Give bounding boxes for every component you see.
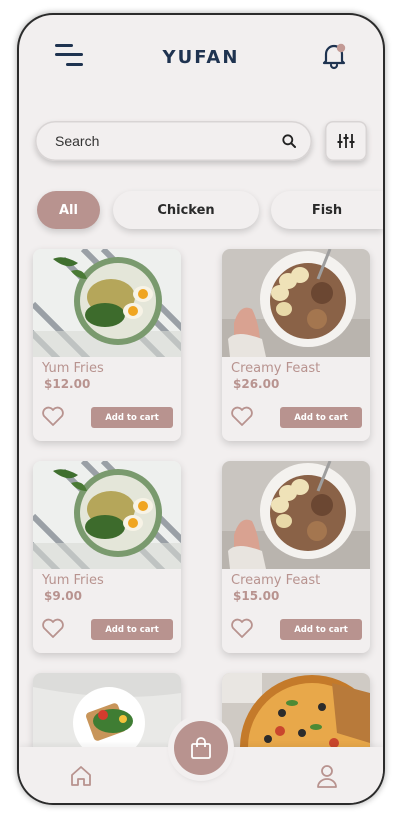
heart-icon[interactable] xyxy=(230,617,254,639)
heart-icon[interactable] xyxy=(41,617,65,639)
phone-screen: YUFAN All Chic xyxy=(19,15,383,803)
add-to-cart-button[interactable]: Add to cart xyxy=(91,619,173,640)
product-card[interactable]: Yum Fries $9.00 Add to cart xyxy=(33,461,181,653)
product-card[interactable]: Yum Fries $12.00 Add to cart xyxy=(33,249,181,441)
product-name: Creamy Feast xyxy=(231,361,321,376)
product-price: $12.00 xyxy=(44,377,91,391)
product-card[interactable] xyxy=(33,673,181,753)
add-to-cart-button[interactable]: Add to cart xyxy=(280,619,362,640)
category-chip-all[interactable]: All xyxy=(37,191,100,229)
product-price: $15.00 xyxy=(233,589,280,603)
filter-button[interactable] xyxy=(325,121,367,161)
food-image-toast xyxy=(33,673,181,753)
product-name: Yum Fries xyxy=(42,573,104,588)
add-to-cart-button[interactable]: Add to cart xyxy=(91,407,173,428)
category-chip-chicken[interactable]: Chicken xyxy=(113,191,259,229)
search-icon[interactable] xyxy=(282,134,296,148)
category-chip-fish[interactable]: Fish xyxy=(271,191,383,229)
sliders-icon xyxy=(337,133,355,149)
bell-icon[interactable] xyxy=(319,41,349,71)
home-icon[interactable] xyxy=(69,764,93,788)
search-bar xyxy=(35,121,312,161)
search-input[interactable] xyxy=(55,133,282,149)
food-image-pizza xyxy=(222,673,370,753)
product-card[interactable] xyxy=(222,673,370,753)
heart-icon[interactable] xyxy=(41,405,65,427)
user-icon[interactable] xyxy=(315,763,339,789)
food-image-salad xyxy=(33,461,181,569)
product-price: $9.00 xyxy=(44,589,82,603)
add-to-cart-button[interactable]: Add to cart xyxy=(280,407,362,428)
food-image-salad xyxy=(33,249,181,357)
product-name: Creamy Feast xyxy=(231,573,321,588)
heart-icon[interactable] xyxy=(230,405,254,427)
product-name: Yum Fries xyxy=(42,361,104,376)
shopping-bag-icon xyxy=(189,736,213,760)
product-card[interactable]: Creamy Feast $15.00 Add to cart xyxy=(222,461,370,653)
food-image-bowl xyxy=(222,461,370,569)
food-image-bowl xyxy=(222,249,370,357)
shopping-bag-button[interactable] xyxy=(174,721,228,775)
product-card[interactable]: Creamy Feast $26.00 Add to cart xyxy=(222,249,370,441)
product-price: $26.00 xyxy=(233,377,280,391)
